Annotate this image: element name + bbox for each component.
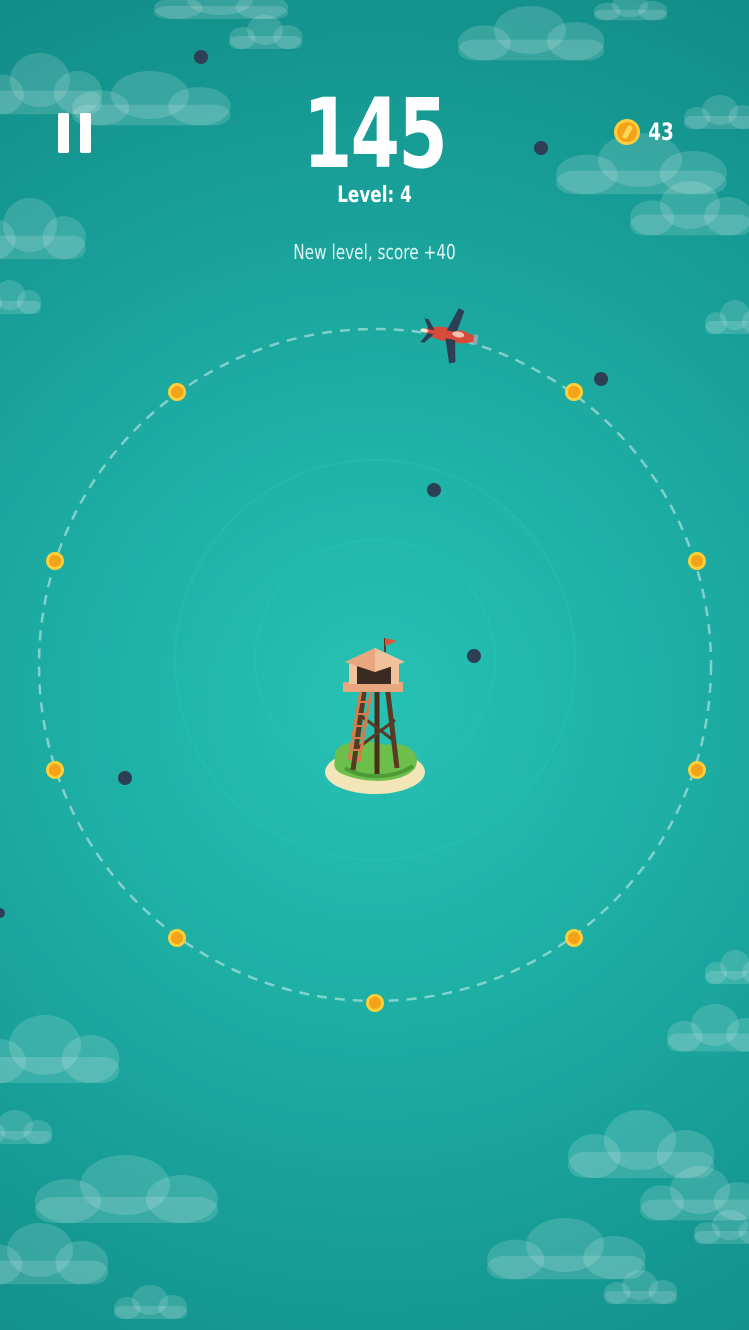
bomb-icon xyxy=(427,483,441,497)
coin-counter: 43 xyxy=(614,116,676,148)
level-label: Level: 4 xyxy=(337,183,412,208)
cloud-icon xyxy=(594,0,668,21)
cloud-icon xyxy=(229,15,303,49)
coin-icon xyxy=(168,383,186,401)
cloud-icon xyxy=(705,950,749,984)
cloud-icon xyxy=(0,1015,120,1083)
score-display: 145 xyxy=(303,78,448,190)
cloud-icon xyxy=(0,280,41,314)
level-up-message: New level, score +40 xyxy=(293,240,456,264)
bomb-icon xyxy=(594,372,608,386)
coin-icon xyxy=(614,119,640,145)
coin-icon xyxy=(565,383,583,401)
cloud-icon xyxy=(684,95,749,129)
cloud-icon xyxy=(0,1223,109,1285)
cloud-icon xyxy=(487,1218,646,1280)
coin-icon xyxy=(366,994,384,1012)
bomb-icon xyxy=(467,649,481,663)
cloud-icon xyxy=(458,5,605,61)
bomb-icon xyxy=(0,908,5,918)
cloud-icon xyxy=(35,1155,218,1223)
cloud-icon xyxy=(705,300,749,334)
bomb-icon xyxy=(194,50,208,64)
cloud-icon xyxy=(667,1004,749,1052)
plane-icon[interactable] xyxy=(416,302,483,367)
bomb-icon xyxy=(118,771,132,785)
coin-icon xyxy=(688,761,706,779)
coin-icon xyxy=(565,929,583,947)
coin-icon xyxy=(168,929,186,947)
coin-icon xyxy=(46,761,64,779)
watchtower-icon xyxy=(325,638,425,794)
cloud-icon xyxy=(114,1285,188,1319)
coin-icon xyxy=(688,552,706,570)
cloud-icon xyxy=(0,1110,53,1144)
coin-count: 43 xyxy=(648,118,674,146)
coin-icon xyxy=(46,552,64,570)
